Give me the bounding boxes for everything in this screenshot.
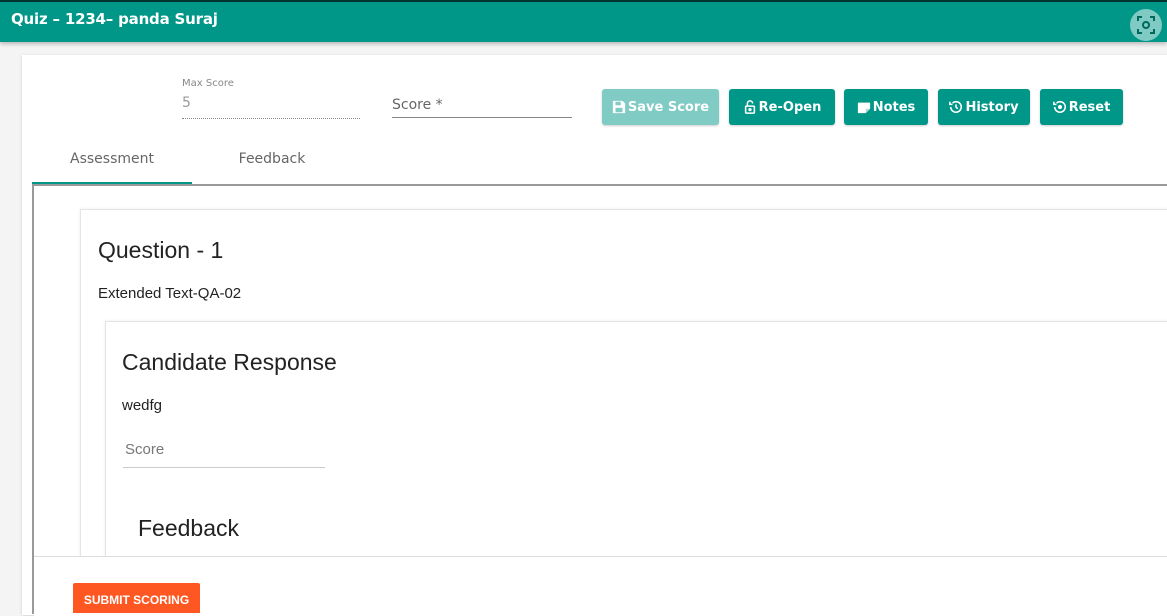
history-button[interactable]: History	[938, 89, 1030, 125]
reset-icon	[1052, 100, 1066, 113]
history-icon	[949, 100, 963, 113]
score-input[interactable]	[392, 92, 572, 118]
max-score-field: 5	[182, 95, 360, 119]
submit-scoring-button[interactable]: SUBMIT SCORING	[73, 583, 200, 613]
reset-button[interactable]: Reset	[1040, 89, 1123, 125]
save-icon	[612, 100, 626, 114]
question-subtitle: Extended Text-QA-02	[98, 285, 242, 302]
reset-label: Reset	[1068, 99, 1111, 115]
reopen-label: Re-Open	[758, 99, 822, 115]
save-score-button[interactable]: Save Score	[602, 89, 719, 125]
history-label: History	[965, 99, 1019, 115]
feedback-heading: Feedback	[138, 515, 240, 541]
screen-capture-button[interactable]	[1130, 9, 1162, 41]
footer-bar	[34, 556, 1167, 616]
notes-button[interactable]: Notes	[844, 89, 928, 125]
notes-label: Notes	[872, 99, 916, 115]
note-icon	[857, 102, 870, 114]
question-title: Question - 1	[98, 237, 224, 263]
unlock-icon	[744, 100, 755, 114]
reopen-button[interactable]: Re-Open	[729, 89, 835, 125]
app-header: Quiz – 1234– panda Suraj	[0, 0, 1167, 42]
candidate-response-title: Candidate Response	[122, 349, 337, 375]
tab-feedback[interactable]: Feedback	[192, 150, 352, 184]
max-score-label: Max Score	[182, 78, 234, 89]
candidate-response-text: wedfg	[122, 397, 163, 414]
screen-capture-icon	[1137, 16, 1155, 34]
tab-assessment[interactable]: Assessment	[32, 150, 192, 184]
app-title: Quiz – 1234– panda Suraj	[11, 10, 218, 28]
save-score-label: Save Score	[627, 99, 710, 115]
response-score-input[interactable]	[123, 432, 325, 468]
